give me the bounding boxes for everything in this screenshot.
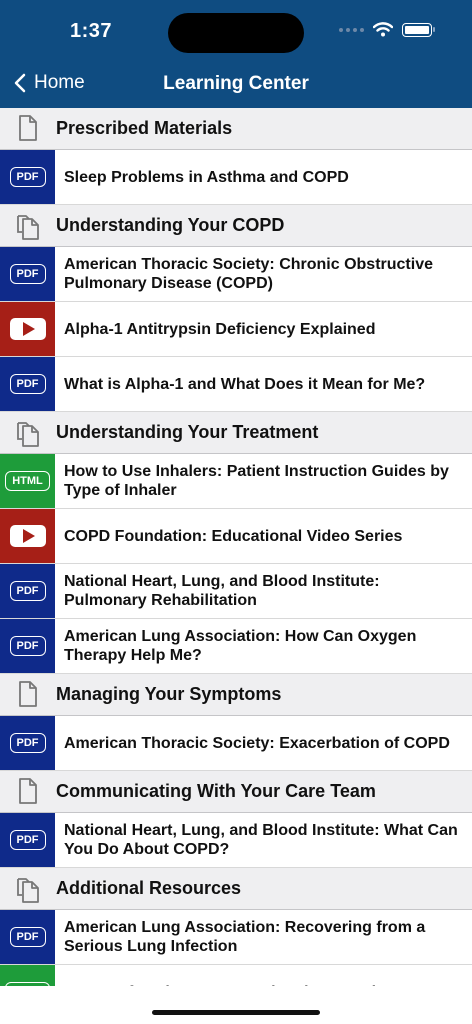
pdf-badge-icon: PDF — [0, 910, 55, 964]
list-item[interactable]: PDF Sleep Problems in Asthma and COPD — [0, 150, 472, 205]
file-type-label: HTML — [5, 471, 50, 491]
file-type-label: PDF — [9, 264, 46, 284]
page-title: Learning Center — [163, 73, 309, 94]
home-indicator — [152, 1010, 320, 1015]
file-type-label: PDF — [9, 733, 46, 753]
list-item[interactable]: PDF What is Alpha-1 and What Does it Mean… — [0, 357, 472, 412]
list-item[interactable]: HTMLCenters for Disease Control and Prev… — [0, 965, 472, 986]
documents-icon — [0, 874, 56, 904]
file-type-label: PDF — [9, 636, 46, 656]
section-title: Additional Resources — [56, 878, 242, 898]
list-item[interactable]: PDF American Thoracic Society: Chronic Ob… — [0, 247, 472, 302]
file-type-label: PDF — [9, 581, 46, 601]
list-item[interactable]: PDF American Lung Association: Recovering… — [0, 910, 472, 965]
item-title: National Heart, Lung, and Blood Institut… — [64, 573, 380, 609]
wifi-icon — [373, 22, 393, 37]
file-type-label: PDF — [9, 927, 46, 947]
item-title: National Heart, Lung, and Blood Institut… — [64, 822, 458, 858]
section-title: Prescribed Materials — [56, 118, 233, 138]
item-title: American Lung Association: Recovering fr… — [64, 919, 426, 955]
file-type-label: PDF — [9, 167, 46, 187]
list-item[interactable]: Alpha-1 Antitrypsin Deficiency Explained — [0, 302, 472, 357]
section-title: Managing Your Symptoms — [56, 684, 282, 704]
file-type-label: PDF — [9, 374, 46, 394]
section-header: Prescribed Materials — [0, 108, 472, 150]
learning-list[interactable]: Prescribed Materials PDF Sleep Problems in… — [0, 108, 472, 986]
section-header: Managing Your Symptoms — [0, 674, 472, 716]
pdf-badge-icon: PDF — [0, 813, 55, 867]
documents-icon — [0, 211, 56, 241]
item-title: COPD Foundation: Educational Video Serie… — [64, 527, 403, 545]
document-icon — [0, 680, 56, 710]
item-title: Centers for Disease Control and Preventi… — [55, 965, 411, 987]
item-title: How to Use Inhalers: Patient Instruction… — [64, 463, 449, 499]
status-time: 1:37 — [70, 20, 113, 42]
list-item[interactable]: PDF National Heart, Lung, and Blood Insti… — [0, 813, 472, 868]
section-title: Understanding Your Treatment — [56, 422, 319, 442]
pdf-badge-icon: PDF — [0, 619, 55, 673]
documents-icon — [0, 418, 56, 448]
document-icon — [0, 777, 56, 807]
video-play-icon — [0, 509, 55, 563]
pdf-badge-icon: PDF — [0, 247, 55, 301]
list-item[interactable]: PDF American Lung Association: How Can Ox… — [0, 619, 472, 674]
pdf-badge-icon: PDF — [0, 564, 55, 618]
video-play-icon — [0, 302, 55, 356]
pdf-badge-icon: PDF — [0, 357, 55, 411]
home-indicator-area — [0, 986, 472, 1024]
item-title: American Lung Association: How Can Oxyge… — [64, 628, 417, 664]
section-title: Communicating With Your Care Team — [56, 781, 376, 801]
pdf-badge-icon: PDF — [0, 716, 55, 770]
pdf-badge-icon: PDF — [0, 150, 55, 204]
item-title: American Thoracic Society: Chronic Obstr… — [64, 256, 433, 292]
section-header: Communicating With Your Care Team — [0, 771, 472, 813]
item-title: Sleep Problems in Asthma and COPD — [64, 168, 349, 186]
list-item[interactable]: HTML How to Use Inhalers: Patient Instruc… — [0, 454, 472, 509]
section-header: Additional Resources — [0, 868, 472, 910]
signal-icon — [339, 27, 364, 32]
navigation-bar: 1:37 Home Learning Center — [0, 0, 472, 108]
html-badge-icon: HTML — [0, 965, 55, 986]
dynamic-island — [168, 13, 304, 53]
status-icons — [339, 22, 435, 37]
item-title: Alpha-1 Antitrypsin Deficiency Explained — [64, 320, 376, 338]
section-header: Understanding Your Treatment — [0, 412, 472, 454]
list-item[interactable]: COPD Foundation: Educational Video Serie… — [0, 509, 472, 564]
file-type-label: PDF — [9, 830, 46, 850]
battery-icon — [402, 22, 435, 37]
section-title: Understanding Your COPD — [56, 215, 285, 235]
list-item[interactable]: PDF American Thoracic Society: Exacerbati… — [0, 716, 472, 771]
item-title: What is Alpha-1 and What Does it Mean fo… — [64, 375, 426, 393]
item-title: American Thoracic Society: Exacerbation … — [64, 734, 450, 752]
list-item[interactable]: PDF National Heart, Lung, and Blood Insti… — [0, 564, 472, 619]
html-badge-icon: HTML — [0, 454, 55, 508]
section-header: Understanding Your COPD — [0, 205, 472, 247]
document-icon — [0, 114, 56, 144]
